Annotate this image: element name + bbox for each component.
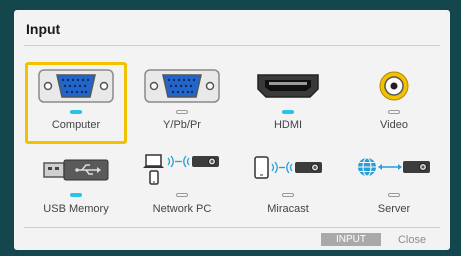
network-pc-icon bbox=[142, 153, 222, 192]
usb-drive-icon bbox=[41, 157, 111, 188]
source-status-indicator bbox=[388, 110, 400, 114]
input-button[interactable]: INPUT bbox=[321, 233, 381, 246]
miracast-icon bbox=[252, 155, 324, 186]
source-usb-memory[interactable]: USB Memory bbox=[26, 152, 126, 232]
source-hdmi[interactable]: HDMI bbox=[238, 63, 338, 143]
source-network-pc[interactable]: Network PC bbox=[132, 152, 232, 232]
source-computer[interactable]: Computer bbox=[25, 62, 127, 144]
source-miracast[interactable]: Miracast bbox=[238, 152, 338, 232]
source-status-indicator bbox=[282, 110, 294, 114]
vga-port-icon bbox=[144, 69, 220, 108]
source-label: Server bbox=[377, 203, 411, 215]
source-status-indicator bbox=[70, 110, 82, 114]
source-server[interactable]: Server bbox=[344, 152, 444, 232]
source-label: Computer bbox=[51, 119, 101, 131]
source-status-indicator bbox=[176, 193, 188, 197]
source-label: Miracast bbox=[267, 203, 309, 215]
source-status-indicator bbox=[70, 193, 82, 197]
source-label: HDMI bbox=[273, 119, 303, 131]
rca-video-port-icon bbox=[377, 69, 411, 108]
input-dialog: Input Computer Y/Pb/Pr HDMI Video USB Me… bbox=[14, 10, 450, 250]
title-divider bbox=[24, 45, 440, 46]
source-label: Video bbox=[380, 119, 408, 131]
source-label: Y/Pb/Pr bbox=[163, 119, 201, 131]
server-globe-icon bbox=[356, 156, 432, 185]
source-status-indicator bbox=[388, 193, 400, 197]
source-label: USB Memory bbox=[43, 203, 109, 215]
source-video[interactable]: Video bbox=[344, 63, 444, 143]
source-status-indicator bbox=[282, 193, 294, 197]
source-ypbpr[interactable]: Y/Pb/Pr bbox=[132, 63, 232, 143]
source-status-indicator bbox=[176, 110, 188, 114]
vga-port-icon bbox=[38, 69, 114, 108]
dialog-title: Input bbox=[26, 21, 61, 37]
hdmi-port-icon bbox=[255, 69, 321, 108]
source-label: Network PC bbox=[152, 203, 212, 215]
footer-divider bbox=[24, 227, 440, 228]
close-button[interactable]: Close bbox=[392, 233, 432, 246]
